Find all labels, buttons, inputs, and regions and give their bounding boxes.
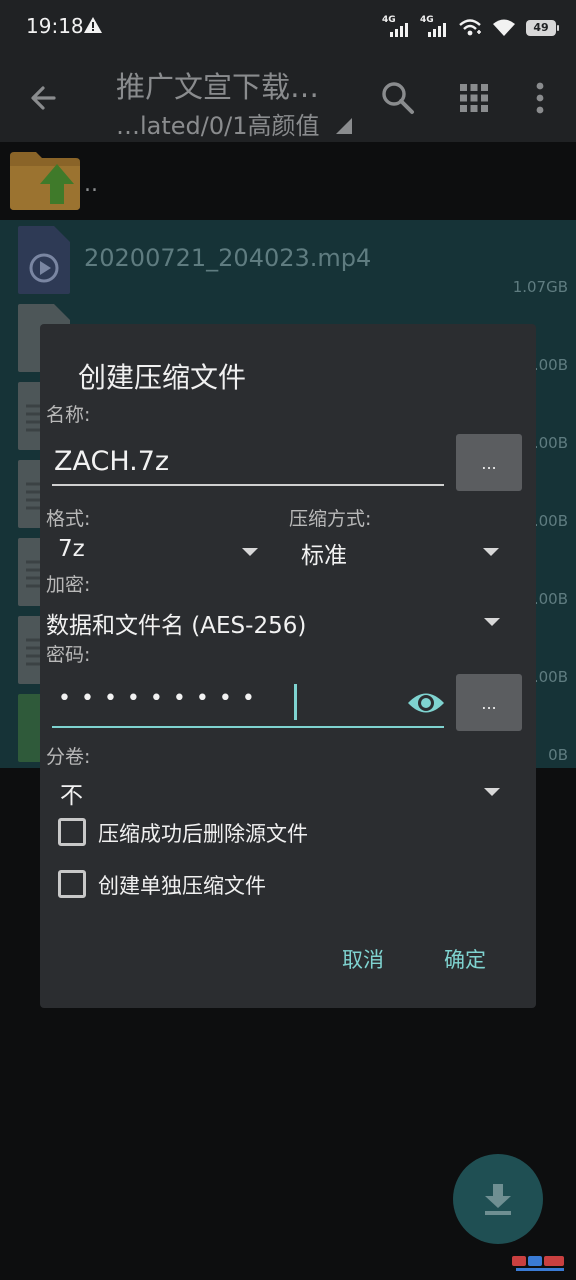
- download-icon: [485, 1184, 511, 1215]
- app-bar: 推广文宣下载… …lated/0/1高颜值: [0, 56, 576, 142]
- format-value: 7z: [58, 536, 85, 562]
- chevron-down-icon: [242, 548, 258, 556]
- back-arrow-icon[interactable]: [24, 78, 64, 118]
- delete-after-compress-option[interactable]: 压缩成功后删除源文件: [58, 814, 378, 850]
- browse-button[interactable]: ...: [456, 434, 522, 491]
- file-name: 20200721_204023.mp4: [84, 244, 372, 272]
- file-size: .00B: [533, 356, 568, 374]
- signal-icon: 4G: [382, 15, 410, 39]
- dialog-title: 创建压缩文件: [78, 361, 247, 394]
- eye-icon[interactable]: [406, 688, 446, 718]
- wifi-icon: [493, 19, 515, 36]
- format-label: 格式:: [46, 508, 91, 530]
- split-value: 不: [60, 783, 83, 809]
- watermark-logo: [512, 1256, 564, 1271]
- folder-up-icon: [10, 152, 80, 210]
- parent-folder-row[interactable]: ..: [0, 142, 576, 220]
- chevron-down-icon: [483, 548, 499, 556]
- path-subtitle[interactable]: …lated/0/1高颜值: [116, 106, 320, 141]
- cancel-button[interactable]: 取消: [342, 944, 384, 974]
- chevron-down-icon: [484, 788, 500, 796]
- hotspot-icon: [459, 19, 481, 36]
- more-menu-icon[interactable]: [518, 76, 562, 120]
- extract-fab-button[interactable]: [453, 1154, 543, 1244]
- password-label: 密码:: [46, 644, 91, 666]
- file-size: .00B: [533, 434, 568, 452]
- path-dropdown-icon[interactable]: [336, 118, 352, 134]
- page-title: 推广文宣下载…: [116, 70, 320, 104]
- file-size: 1.07GB: [512, 278, 568, 296]
- status-time: 19:18: [26, 14, 84, 38]
- compression-method-value: 标准: [301, 543, 347, 569]
- separate-archives-checkbox[interactable]: [58, 870, 86, 898]
- file-size: .00B: [533, 668, 568, 686]
- text-cursor: [294, 684, 297, 720]
- separate-archives-option[interactable]: 创建单独压缩文件: [58, 866, 338, 902]
- ok-button[interactable]: 确定: [444, 944, 486, 974]
- warning-icon: [84, 17, 102, 33]
- create-archive-dialog: 创建压缩文件 名称: ZACH.7z ... 格式: 压缩方式: 7z 标准 加…: [40, 324, 536, 1008]
- file-size: 0B: [548, 746, 568, 764]
- signal-icon-2: 4G: [420, 15, 448, 39]
- archive-name-input[interactable]: ZACH.7z: [52, 442, 444, 486]
- password-input[interactable]: •••••••••: [52, 680, 444, 728]
- split-label: 分卷:: [46, 746, 91, 768]
- compression-method-select[interactable]: 标准: [301, 530, 505, 570]
- encryption-label: 加密:: [46, 574, 91, 596]
- grid-view-icon[interactable]: [452, 76, 496, 120]
- chevron-down-icon: [484, 618, 500, 626]
- password-value: •••••••••: [58, 686, 265, 711]
- password-more-button[interactable]: ...: [456, 674, 522, 731]
- delete-after-compress-checkbox[interactable]: [58, 818, 86, 846]
- battery-icon: 49: [526, 20, 559, 36]
- delete-after-compress-label: 压缩成功后删除源文件: [98, 822, 308, 846]
- encryption-select[interactable]: 数据和文件名 (AES-256): [46, 600, 504, 640]
- split-select[interactable]: 不: [60, 770, 504, 810]
- separate-archives-label: 创建单独压缩文件: [98, 874, 266, 898]
- compression-method-label: 压缩方式:: [289, 508, 372, 530]
- status-bar: 19:18 4G 4G 49: [0, 0, 576, 56]
- search-icon[interactable]: [376, 76, 420, 120]
- list-item[interactable]: 20200721_204023.mp4 1.07GB: [0, 220, 576, 298]
- encryption-value: 数据和文件名 (AES-256): [46, 613, 307, 639]
- video-file-icon: [18, 226, 70, 294]
- parent-folder-label: ..: [84, 172, 98, 197]
- file-size: .00B: [533, 590, 568, 608]
- format-select[interactable]: 7z: [58, 530, 262, 570]
- file-size: .00B: [533, 512, 568, 530]
- name-label: 名称:: [46, 404, 91, 426]
